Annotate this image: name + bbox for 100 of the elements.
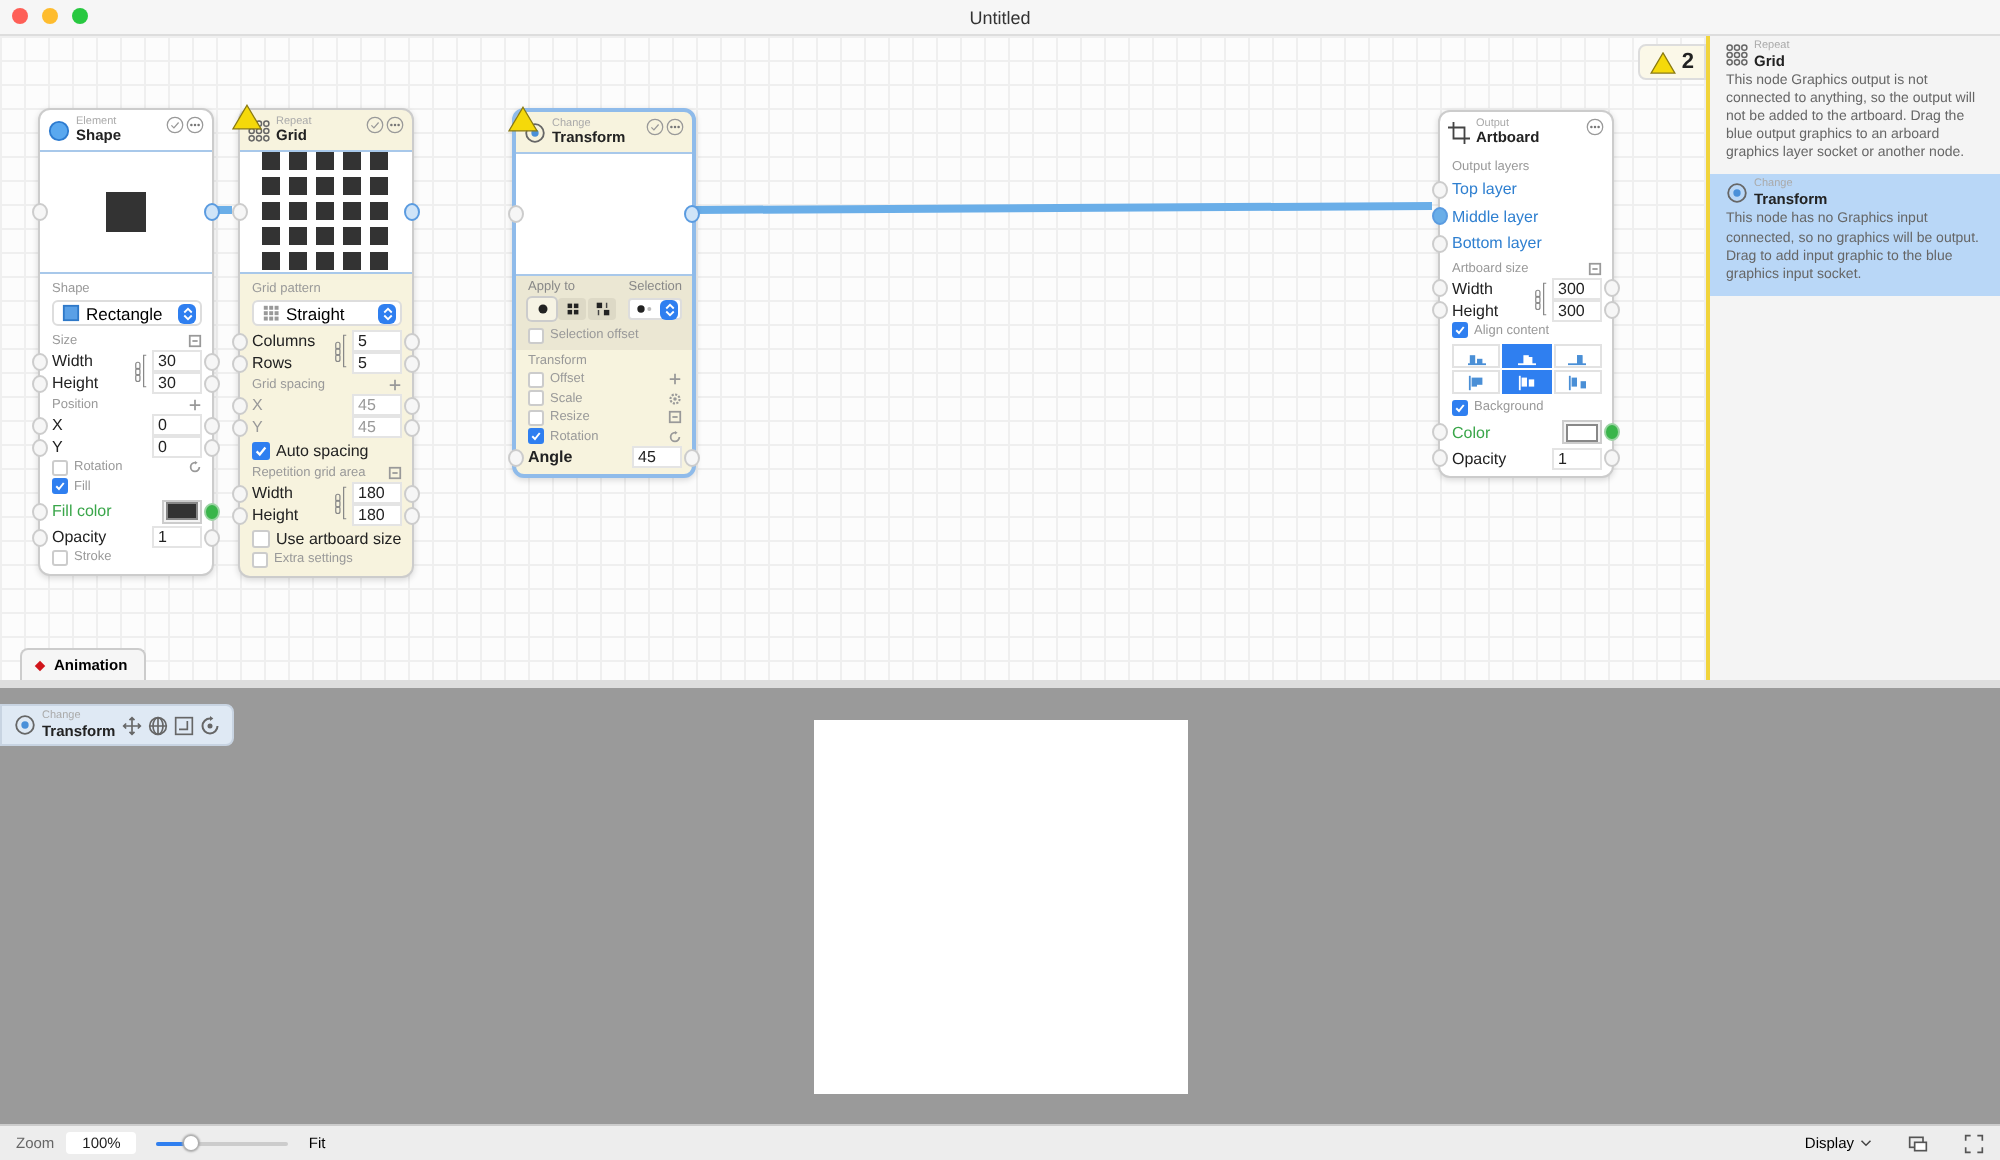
stepper-icon bbox=[660, 299, 678, 319]
selection-dropdown[interactable] bbox=[628, 298, 682, 320]
zoom-button[interactable] bbox=[72, 8, 88, 24]
more-button[interactable] bbox=[1586, 118, 1604, 136]
mode-button[interactable] bbox=[528, 298, 556, 320]
color-well[interactable] bbox=[1562, 420, 1602, 444]
resize-icon[interactable] bbox=[173, 715, 194, 735]
checkbox[interactable] bbox=[252, 441, 270, 459]
number-field[interactable]: 1 bbox=[152, 526, 202, 548]
mode-button[interactable] bbox=[588, 298, 616, 320]
socket[interactable] bbox=[508, 205, 524, 223]
checkbox[interactable] bbox=[528, 371, 544, 388]
grid-drawing bbox=[261, 152, 391, 272]
number-field[interactable]: 30 bbox=[152, 350, 202, 372]
checkbox[interactable] bbox=[52, 459, 68, 476]
fullscreen-icon[interactable] bbox=[1964, 1133, 1984, 1153]
number-field[interactable]: 180 bbox=[352, 482, 402, 504]
number-field[interactable]: 5 bbox=[352, 330, 402, 352]
link-icon[interactable] bbox=[334, 482, 348, 524]
layer-label[interactable]: Bottom layer bbox=[1452, 234, 1602, 253]
socket[interactable] bbox=[508, 448, 524, 466]
field-label: Y bbox=[252, 418, 265, 436]
checkbox[interactable] bbox=[528, 327, 544, 343]
dropdown[interactable]: Straight bbox=[252, 300, 402, 326]
diamond-icon bbox=[34, 659, 46, 671]
collapse-icon[interactable] bbox=[1588, 261, 1602, 275]
more-button[interactable] bbox=[666, 118, 684, 136]
number-field[interactable]: 45 bbox=[632, 446, 682, 468]
field-label: X bbox=[252, 396, 265, 414]
align-icon bbox=[1515, 373, 1538, 391]
rotate-icon[interactable] bbox=[199, 715, 220, 735]
layer-label[interactable]: Middle layer bbox=[1452, 207, 1602, 226]
checkbox[interactable] bbox=[528, 428, 544, 445]
number-field[interactable]: 300 bbox=[1552, 299, 1602, 321]
more-button[interactable] bbox=[186, 116, 204, 134]
dot-icon bbox=[533, 300, 551, 318]
plus-icon[interactable] bbox=[188, 398, 202, 412]
socket[interactable] bbox=[404, 203, 420, 221]
link-icon[interactable] bbox=[1534, 277, 1548, 319]
socket[interactable] bbox=[684, 448, 700, 466]
warning-count-badge[interactable]: 2 bbox=[1637, 44, 1706, 80]
field-label: Angle bbox=[528, 448, 575, 466]
stepper-icon bbox=[178, 303, 196, 323]
plus-icon[interactable] bbox=[668, 372, 682, 387]
socket[interactable] bbox=[1432, 180, 1448, 199]
circle-icon bbox=[48, 119, 70, 141]
checkbox[interactable] bbox=[1452, 322, 1468, 339]
checkbox[interactable] bbox=[528, 409, 544, 426]
windows-icon[interactable] bbox=[1908, 1133, 1928, 1153]
number-field[interactable]: 180 bbox=[352, 504, 402, 526]
field-label: Height bbox=[1452, 301, 1501, 319]
color-well[interactable] bbox=[162, 499, 202, 523]
field-label: Opacity bbox=[1452, 449, 1509, 467]
socket[interactable] bbox=[1432, 234, 1448, 253]
socket[interactable] bbox=[1432, 207, 1448, 226]
number-field[interactable]: 1 bbox=[1552, 447, 1602, 469]
layer-label[interactable]: Top layer bbox=[1452, 180, 1602, 199]
checkmark-button[interactable] bbox=[646, 118, 664, 136]
warning-count: 2 bbox=[1681, 50, 1694, 74]
warning-icon[interactable] bbox=[508, 106, 538, 132]
align-button[interactable] bbox=[1502, 370, 1552, 394]
checkmark-button[interactable] bbox=[366, 116, 384, 134]
dropdown[interactable]: Rectangle bbox=[52, 300, 202, 326]
close-button[interactable] bbox=[12, 8, 28, 24]
link-icon[interactable] bbox=[334, 330, 348, 372]
link-icon[interactable] bbox=[134, 350, 148, 392]
more-button[interactable] bbox=[386, 116, 404, 134]
selection-icon bbox=[636, 302, 656, 316]
number-field[interactable]: 30 bbox=[152, 372, 202, 394]
checkbox[interactable] bbox=[52, 549, 68, 566]
rotate-icon[interactable] bbox=[188, 460, 202, 475]
checkbox[interactable] bbox=[252, 529, 270, 547]
settings-icon[interactable] bbox=[668, 391, 682, 406]
minimize-button[interactable] bbox=[42, 8, 58, 24]
socket[interactable] bbox=[32, 203, 48, 221]
align-button[interactable] bbox=[1502, 344, 1552, 368]
checkbox[interactable] bbox=[52, 478, 68, 495]
socket[interactable] bbox=[684, 205, 700, 223]
swap-icon bbox=[593, 300, 611, 318]
checkbox[interactable] bbox=[528, 390, 544, 407]
collapse-icon[interactable] bbox=[188, 334, 202, 348]
checkmark-button[interactable] bbox=[166, 116, 184, 134]
plus-icon[interactable] bbox=[388, 378, 402, 392]
warning-icon[interactable] bbox=[232, 104, 262, 130]
number-field[interactable]: 5 bbox=[352, 352, 402, 374]
field-label: Width bbox=[1452, 279, 1495, 297]
globe-icon[interactable] bbox=[147, 715, 168, 735]
collapse-icon[interactable] bbox=[388, 466, 402, 480]
four-squares-icon bbox=[563, 300, 581, 318]
number-field[interactable]: 0 bbox=[152, 436, 202, 458]
move-icon[interactable] bbox=[121, 715, 142, 735]
checkbox[interactable] bbox=[1452, 399, 1468, 416]
checkbox[interactable] bbox=[252, 551, 268, 568]
collapse-icon[interactable] bbox=[668, 410, 682, 425]
window-title: Untitled bbox=[969, 7, 1031, 27]
number-field[interactable]: 300 bbox=[1552, 277, 1602, 299]
field-label: Color bbox=[1452, 423, 1493, 441]
number-field[interactable]: 0 bbox=[152, 414, 202, 436]
mode-button[interactable] bbox=[558, 298, 586, 320]
rotate-icon[interactable] bbox=[668, 429, 682, 444]
